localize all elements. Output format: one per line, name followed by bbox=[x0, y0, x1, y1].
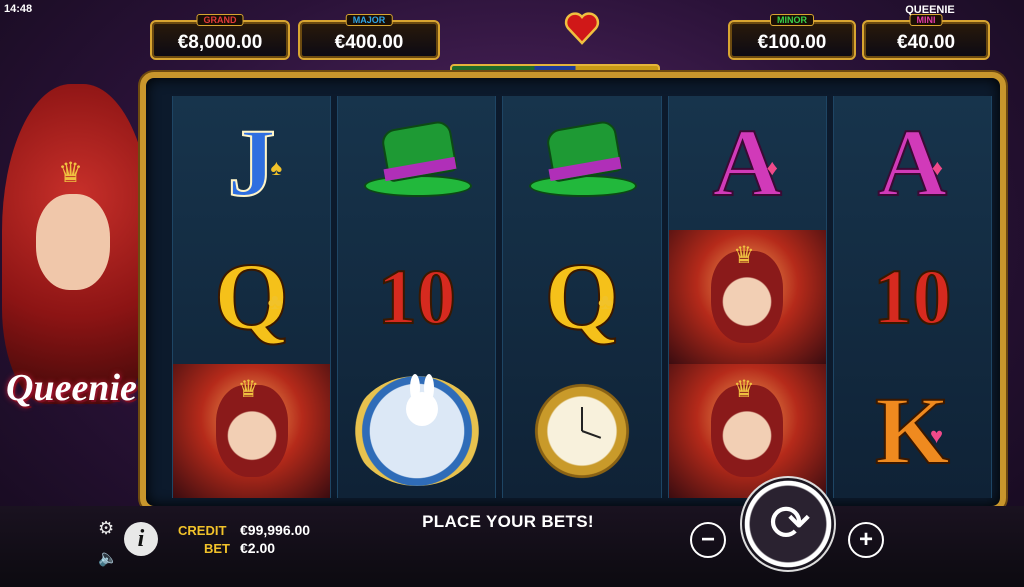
jackpot-minor-label: MINOR bbox=[770, 14, 814, 26]
queen-face bbox=[36, 194, 110, 290]
white-rabbit-symbol bbox=[351, 374, 482, 486]
reel-cell: ♛ bbox=[668, 230, 826, 364]
reel-cell: ♛ bbox=[173, 364, 331, 498]
jackpot-minor-value: €100.00 bbox=[757, 32, 827, 53]
credit-label: CREDIT bbox=[178, 523, 227, 538]
clock: 14:48 bbox=[4, 3, 33, 15]
suit-icon: ♣ bbox=[598, 288, 613, 314]
symbol-j: J bbox=[227, 109, 277, 216]
queen-symbol: ♛ bbox=[711, 376, 784, 477]
crown-icon: ♛ bbox=[733, 242, 755, 269]
reel-cell: Q ♣ bbox=[503, 230, 660, 364]
reel-cell: 10 bbox=[834, 230, 991, 364]
jackpot-minor: MINOR €100.00 bbox=[728, 14, 856, 60]
reel-cell: Q ♣ bbox=[173, 230, 330, 364]
reel-5: A ♦ 10 K ♥ bbox=[832, 96, 993, 498]
suit-icon: ♦ bbox=[931, 154, 944, 180]
status-message: PLACE YOUR BETS! bbox=[422, 512, 594, 531]
reel-4: A ♦ ♛ ♛ bbox=[667, 96, 827, 498]
suit-icon: ♥ bbox=[929, 422, 944, 448]
heart-crest bbox=[537, 4, 627, 64]
game-logo-title: Queenie bbox=[6, 367, 137, 409]
decrease-bet-button[interactable]: − bbox=[690, 522, 726, 558]
heart-icon bbox=[564, 12, 600, 45]
jackpot-major-label: MAJOR bbox=[345, 14, 393, 26]
bet-value: €2.00 bbox=[240, 540, 276, 556]
reel-cell: J ♠ bbox=[173, 96, 330, 230]
jackpot-grand-label: GRAND bbox=[196, 14, 244, 26]
reel-cell bbox=[338, 364, 495, 498]
info-icon[interactable]: i bbox=[124, 522, 158, 556]
suit-icon: ♣ bbox=[267, 288, 283, 314]
reel-cell bbox=[503, 364, 660, 498]
pocket-watch-symbol bbox=[532, 381, 632, 481]
jackpot-mini-label: MINI bbox=[909, 14, 943, 26]
gear-icon[interactable]: ⚙ bbox=[98, 518, 114, 539]
speaker-icon[interactable]: 🔈 bbox=[98, 548, 118, 568]
jackpot-grand-value: €8,000.00 bbox=[177, 32, 263, 53]
jackpot-mini: MINI €40.00 bbox=[862, 14, 990, 60]
spin-button[interactable]: ⟳ bbox=[740, 476, 836, 572]
crown-icon: ♛ bbox=[733, 376, 755, 403]
reel-cell: A ♦ bbox=[834, 96, 991, 230]
queen-symbol: ♛ bbox=[711, 242, 784, 343]
mad-hatter-hat-symbol bbox=[527, 119, 637, 203]
reel-2: 10 bbox=[337, 96, 497, 498]
reel-cell: A ♦ bbox=[669, 96, 826, 230]
symbol-10: 10 bbox=[872, 253, 952, 340]
crown-icon: ♛ bbox=[58, 157, 84, 188]
jackpot-major: MAJOR €400.00 bbox=[298, 14, 440, 60]
reel-3: Q ♣ bbox=[502, 96, 662, 498]
suit-icon: ♦ bbox=[766, 154, 778, 180]
queen-symbol: ♛ bbox=[215, 376, 288, 477]
jackpot-grand: GRAND €8,000.00 bbox=[150, 14, 290, 60]
jackpot-mini-value: €40.00 bbox=[896, 32, 956, 53]
increase-bet-button[interactable]: + bbox=[848, 522, 884, 558]
suit-icon: ♠ bbox=[270, 154, 283, 180]
symbol-10: 10 bbox=[377, 253, 457, 340]
reel-cell bbox=[503, 96, 660, 230]
spin-icon: ⟳ bbox=[769, 495, 811, 551]
reels-grid: J ♠ Q ♣ ♛ 10 Q ♣ A ♦ ♛ ♛ A ♦ 10 K ♥ bbox=[172, 96, 993, 498]
crown-icon: ♛ bbox=[237, 376, 260, 403]
jackpot-major-value: €400.00 bbox=[334, 32, 404, 53]
reel-cell: K ♥ bbox=[834, 364, 991, 498]
reel-cell: 10 bbox=[338, 230, 495, 364]
credit-value: €99,996.00 bbox=[240, 522, 311, 538]
bet-label: BET bbox=[204, 541, 230, 556]
mad-hatter-hat-symbol bbox=[362, 119, 472, 203]
reel-1: J ♠ Q ♣ ♛ bbox=[172, 96, 332, 498]
reel-cell bbox=[338, 96, 495, 230]
